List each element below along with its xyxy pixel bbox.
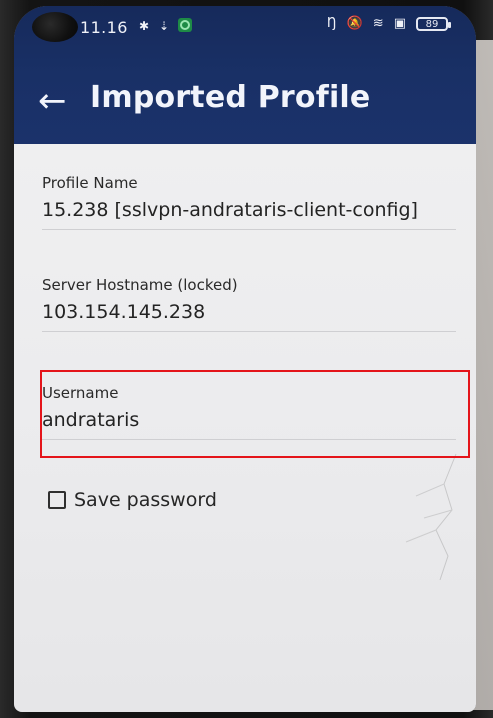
phone-screen: 11.16 ✱ ⇣ Ŋ 🔕 ≋ ▣ 89 ← Imported Profile … <box>14 6 476 712</box>
mute-icon: 🔕 <box>346 16 363 31</box>
top-bar: 11.16 ✱ ⇣ Ŋ 🔕 ≋ ▣ 89 ← Imported Profile <box>14 6 476 144</box>
front-camera <box>32 12 78 42</box>
screen-crack <box>405 453 457 581</box>
status-time: 11.16 <box>80 18 128 37</box>
notification-dot-icon: ✱ <box>139 19 150 33</box>
status-right-icons: Ŋ 🔕 ≋ ▣ 89 <box>326 16 451 31</box>
save-password-row[interactable]: Save password <box>48 489 217 511</box>
app-bar: ← Imported Profile <box>14 50 476 140</box>
profile-name-value[interactable]: 15.238 [sslvpn-andrataris-client-config] <box>42 199 456 221</box>
wifi-icon: ≋ <box>372 16 384 31</box>
shield-icon <box>178 18 192 32</box>
nfc-icon: Ŋ <box>326 16 337 31</box>
profile-name-underline <box>42 229 456 230</box>
save-password-label: Save password <box>74 489 217 511</box>
back-arrow-icon[interactable]: ← <box>38 84 67 118</box>
username-highlight-box <box>40 370 470 458</box>
server-hostname-label: Server Hostname (locked) <box>42 276 238 294</box>
profile-name-field[interactable]: Profile Name 15.238 [sslvpn-andrataris-c… <box>42 174 456 230</box>
profile-name-label: Profile Name <box>42 174 138 192</box>
battery-icon: 89 <box>416 16 451 31</box>
photo-background-edge <box>473 40 493 710</box>
server-hostname-value: 103.154.145.238 <box>42 301 206 323</box>
battery-level: 89 <box>425 18 439 30</box>
page-title: Imported Profile <box>90 80 371 115</box>
server-hostname-underline <box>42 331 456 332</box>
sim-off-icon: ▣ <box>393 16 406 31</box>
status-bar: 11.16 ✱ ⇣ Ŋ 🔕 ≋ ▣ 89 <box>14 6 476 46</box>
save-password-checkbox[interactable] <box>48 491 66 509</box>
download-icon: ⇣ <box>159 19 170 33</box>
server-hostname-field: Server Hostname (locked) 103.154.145.238 <box>42 276 456 332</box>
